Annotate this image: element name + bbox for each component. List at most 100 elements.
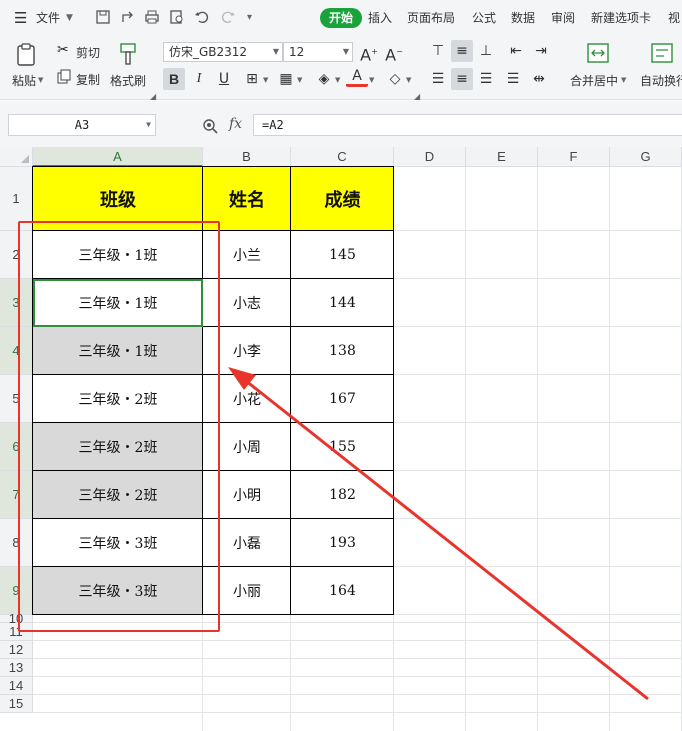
score-cell[interactable]: 144	[291, 279, 394, 327]
row-header-12[interactable]: 12	[0, 641, 33, 659]
row-header-15[interactable]: 15	[0, 695, 33, 713]
name-cell[interactable]: 小花	[203, 375, 291, 423]
row-header-3[interactable]: 3	[0, 279, 33, 327]
align-right-icon[interactable]: ☰	[475, 68, 497, 90]
italic-button[interactable]: I	[188, 68, 210, 90]
fill-color-dropdown-icon[interactable]: ▼	[335, 76, 340, 84]
quick-access-dropdown-icon[interactable]: ▾	[247, 8, 252, 28]
print-icon[interactable]	[144, 9, 160, 25]
clear-dropdown-icon[interactable]: ▼	[406, 76, 411, 84]
tab-review[interactable]: 审阅	[551, 8, 575, 28]
merge-dropdown-icon[interactable]: ▼	[621, 76, 626, 84]
row-header-9[interactable]: 9	[0, 567, 33, 615]
align-bottom-icon[interactable]: ⊥	[475, 40, 497, 62]
hamburger-icon[interactable]: ☰	[14, 8, 27, 28]
score-cell[interactable]: 164	[291, 567, 394, 615]
row-header-8[interactable]: 8	[0, 519, 33, 567]
paste-icon[interactable]	[14, 42, 40, 68]
merge-center-icon[interactable]	[586, 42, 610, 64]
name-cell[interactable]: 小明	[203, 471, 291, 519]
align-middle-icon[interactable]: ≡	[451, 40, 473, 62]
column-header-d[interactable]: D	[394, 147, 466, 167]
row-header-7[interactable]: 7	[0, 471, 33, 519]
justify-icon[interactable]: ☰	[502, 68, 524, 90]
font-color-icon[interactable]: A	[346, 67, 368, 87]
fill-color-icon[interactable]: ◈	[313, 68, 335, 90]
row-header-5[interactable]: 5	[0, 375, 33, 423]
tab-formulas[interactable]: 公式	[472, 8, 496, 28]
select-all-corner[interactable]	[0, 147, 33, 167]
row-header-4[interactable]: 4	[0, 327, 33, 375]
name-cell[interactable]: 小志	[203, 279, 291, 327]
name-box[interactable]: A3 ▼	[8, 114, 156, 136]
increase-font-icon[interactable]: A+	[358, 41, 380, 64]
cell-style-icon[interactable]: ▦	[275, 68, 297, 90]
tab-data[interactable]: 数据	[511, 8, 535, 28]
column-header-b[interactable]: B	[203, 147, 291, 167]
class-cell[interactable]: 三年级・3班	[33, 519, 203, 567]
header-cell[interactable]: 姓名	[203, 167, 291, 231]
align-center-icon[interactable]: ≡	[451, 68, 473, 90]
decrease-font-icon[interactable]: A−	[383, 41, 405, 64]
tab-new[interactable]: 新建选项卡	[591, 8, 651, 28]
save-icon[interactable]	[95, 9, 111, 25]
fx-icon[interactable]: fx	[229, 116, 242, 132]
tab-insert[interactable]: 插入	[368, 8, 392, 28]
class-cell[interactable]: 三年级・1班	[33, 231, 203, 279]
paste-button[interactable]: 粘贴	[12, 72, 36, 89]
share-icon[interactable]	[120, 9, 136, 25]
underline-button[interactable]: U	[213, 68, 235, 90]
column-header-f[interactable]: F	[538, 147, 610, 167]
zoom-icon[interactable]	[202, 118, 218, 134]
score-cell[interactable]: 193	[291, 519, 394, 567]
column-header-e[interactable]: E	[466, 147, 538, 167]
row-header-11[interactable]: 11	[0, 623, 33, 641]
header-cell[interactable]: 成绩	[291, 167, 394, 231]
font-group-launcher-icon[interactable]: ◢	[150, 92, 156, 101]
column-header-g[interactable]: G	[610, 147, 682, 167]
format-painter-button[interactable]: 格式刷	[110, 72, 146, 89]
row-header-2[interactable]: 2	[0, 231, 33, 279]
font-color-dropdown-icon[interactable]: ▼	[369, 76, 374, 84]
redo-icon[interactable]	[220, 9, 236, 25]
name-cell[interactable]: 小周	[203, 423, 291, 471]
class-cell[interactable]: 三年级・1班	[33, 327, 203, 375]
class-cell[interactable]: 三年级・2班	[33, 375, 203, 423]
row-header-6[interactable]: 6	[0, 423, 33, 471]
name-cell[interactable]: 小磊	[203, 519, 291, 567]
column-header-c[interactable]: C	[291, 147, 394, 167]
score-cell[interactable]: 145	[291, 231, 394, 279]
file-menu[interactable]: 文件	[36, 8, 60, 28]
name-cell[interactable]: 小丽	[203, 567, 291, 615]
undo-icon[interactable]	[194, 9, 210, 25]
copy-icon[interactable]	[57, 69, 72, 84]
scissors-icon[interactable]: ✂	[57, 42, 69, 58]
clear-format-icon[interactable]: ◇	[384, 68, 406, 90]
column-header-a[interactable]: A	[33, 147, 203, 167]
align-top-icon[interactable]: ⊤	[427, 40, 449, 62]
score-cell[interactable]: 138	[291, 327, 394, 375]
row-header-14[interactable]: 14	[0, 677, 33, 695]
wrap-text-button[interactable]: 自动换行	[640, 72, 682, 89]
wrap-text-icon[interactable]	[650, 42, 674, 64]
header-cell[interactable]: 班级	[33, 167, 203, 231]
font-dialog-launcher-icon[interactable]: ◢	[414, 92, 420, 101]
score-cell[interactable]: 167	[291, 375, 394, 423]
borders-dropdown-icon[interactable]: ▼	[263, 76, 268, 84]
score-cell[interactable]: 155	[291, 423, 394, 471]
cut-button[interactable]: 剪切	[76, 44, 100, 61]
class-cell[interactable]: 三年级・2班	[33, 423, 203, 471]
cell-style-dropdown-icon[interactable]: ▼	[297, 76, 302, 84]
font-name-select[interactable]: 仿宋_GB2312 ▼	[163, 42, 283, 62]
format-painter-icon[interactable]	[117, 42, 139, 66]
bold-button[interactable]: B	[163, 68, 185, 90]
tab-page-layout[interactable]: 页面布局	[407, 8, 455, 28]
font-size-select[interactable]: 12 ▼	[283, 42, 353, 62]
tab-home[interactable]: 开始	[320, 8, 363, 28]
copy-button[interactable]: 复制	[76, 71, 100, 88]
tab-view[interactable]: 视	[668, 8, 680, 28]
paste-dropdown-icon[interactable]: ▼	[38, 76, 43, 84]
class-cell[interactable]: 三年级・3班	[33, 567, 203, 615]
chevron-down-icon[interactable]: ▼	[66, 8, 73, 28]
class-cell[interactable]: 三年级・2班	[33, 471, 203, 519]
